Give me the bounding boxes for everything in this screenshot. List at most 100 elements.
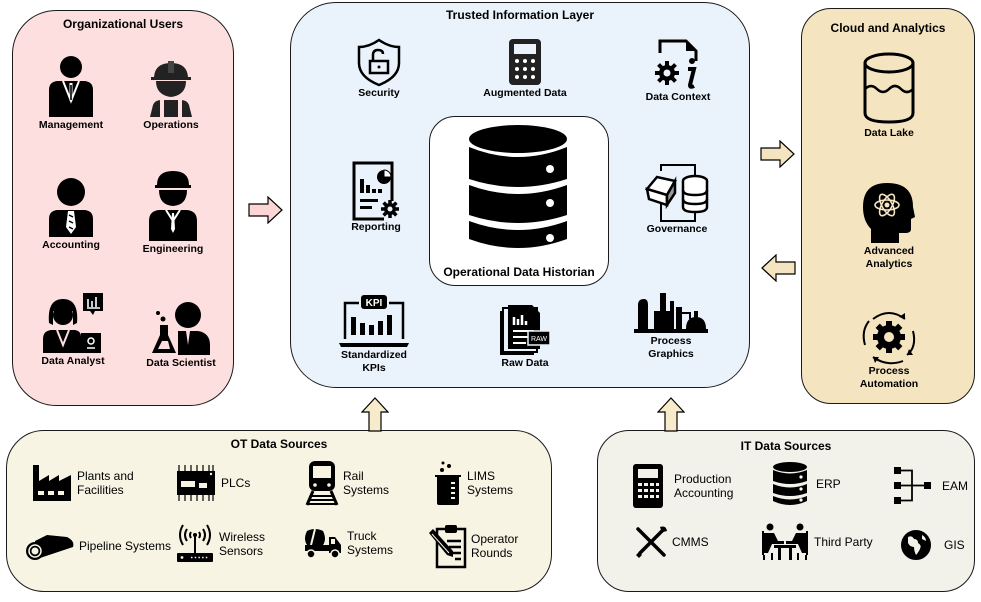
it-data-sources-panel: IT Data Sources Production Accounting ERP [597, 430, 975, 592]
ot-item-rail-systems: Rail Systems [305, 459, 389, 507]
til-item-governance: Governance [637, 161, 717, 236]
item-label: GIS [944, 538, 965, 552]
data-analyst-icon [43, 293, 103, 353]
it-item-production-accounting: Production Accounting [632, 463, 733, 509]
til-item-raw-data: RAW Raw Data [485, 303, 565, 370]
item-label: Rail [343, 469, 364, 483]
item-label: Rounds [471, 546, 513, 560]
panel-title: OT Data Sources [230, 437, 328, 451]
it-item-erp: ERP [772, 461, 841, 507]
org-item-data-scientist: Data Scientist [139, 301, 223, 370]
hierarchy-icon [894, 467, 931, 504]
cloud-and-analytics-panel: Cloud and Analytics Data Lake Advanced A… [801, 8, 975, 404]
item-label: Pipeline Systems [79, 539, 172, 553]
item-label: Data Context [645, 91, 711, 103]
til-item-reporting: Reporting [341, 159, 411, 234]
item-label: Security [358, 87, 400, 99]
item-label: Graphics [648, 348, 694, 360]
it-item-third-party: Third Party [760, 523, 873, 561]
til-item-augmented-data: Augmented Data [475, 37, 575, 100]
globe-icon [901, 530, 931, 560]
item-label: Systems [467, 483, 514, 497]
it-item-cmms: CMMS [634, 525, 709, 559]
gear-cycle-icon [862, 312, 916, 365]
clipboard-pencil-icon [429, 525, 467, 569]
item-label: Production [674, 472, 732, 486]
organizational-users-panel: Organizational Users Management Operatio… [12, 10, 234, 406]
train-icon [305, 461, 339, 506]
calculator-icon [509, 39, 541, 85]
engineer-icon [149, 171, 197, 241]
database-icon [773, 462, 807, 505]
item-label: Data Scientist [146, 357, 216, 369]
item-label: LIMS [467, 469, 496, 483]
wireless-router-icon [177, 524, 213, 562]
report-chart-gear-icon [352, 161, 399, 221]
historian-label: Operational Data Historian [443, 265, 595, 279]
cloud-item-data-lake: Data Lake [829, 51, 949, 140]
item-label: Plants and [77, 469, 134, 483]
item-label: Raw Data [501, 357, 549, 369]
item-label: Reporting [351, 221, 401, 233]
item-label: Governance [646, 223, 708, 235]
calculator-icon [633, 464, 663, 508]
org-item-data-analyst: Data Analyst [33, 293, 113, 368]
ot-item-pipeline-systems: Pipeline Systems [25, 531, 171, 561]
item-label: Third Party [814, 535, 873, 549]
item-label: Wireless [219, 530, 266, 544]
item-label: EAM [942, 479, 969, 493]
document-gear-info-icon [655, 39, 698, 89]
til-to-cloud-arrow [760, 140, 795, 168]
factory-icon [33, 465, 71, 501]
meeting-table-icon [762, 523, 808, 560]
item-label: CMMS [672, 535, 709, 549]
item-label: Augmented Data [483, 87, 567, 99]
item-label: Truck [347, 529, 377, 543]
accountant-icon [49, 178, 93, 237]
til-item-process-graphics: Process Graphics [627, 291, 715, 361]
plc-chip-icon [177, 465, 215, 501]
ot-item-truck-systems: Truck Systems [303, 525, 393, 561]
item-label: ERP [816, 477, 841, 491]
ot-item-operator-rounds: Operator Rounds [427, 523, 518, 569]
cloud-item-process-automation: Process Automation [829, 309, 949, 391]
cloud-to-til-arrow [761, 254, 796, 282]
til-item-data-context: Data Context [635, 39, 721, 104]
item-label: Accounting [674, 486, 734, 500]
shield-lock-icon [357, 38, 401, 87]
raw-document-icon: RAW [500, 305, 551, 355]
hardhat-worker-icon [150, 61, 192, 117]
box-database-icon [644, 164, 709, 222]
item-label: Management [38, 119, 104, 131]
org-to-til-arrow [248, 196, 283, 224]
item-label: Systems [347, 543, 394, 557]
item-label: Accounting [42, 239, 100, 251]
ot-item-plants-facilities: Plants and Facilities [31, 463, 134, 503]
item-label: Operator [471, 532, 519, 546]
item-label: Advanced [863, 245, 915, 257]
ot-item-lims-systems: LIMS Systems [433, 459, 513, 507]
item-label: Process [650, 335, 692, 347]
ot-item-wireless-sensors: Wireless Sensors [175, 523, 265, 565]
data-lake-icon [863, 52, 915, 124]
org-item-operations: Operations [135, 61, 207, 132]
item-label: Data Analyst [41, 355, 105, 367]
til-item-security: Security [339, 37, 419, 100]
panel-title: IT Data Sources [740, 439, 832, 453]
ot-data-sources-panel: OT Data Sources Plants and Facilities PLC… [6, 430, 552, 592]
item-label: PLCs [221, 476, 251, 490]
operational-data-historian: Operational Data Historian [429, 116, 609, 286]
org-item-management: Management [35, 55, 107, 132]
panel-title: Trusted Information Layer [445, 8, 595, 22]
ot-to-til-arrow [361, 397, 389, 432]
industrial-plant-icon [634, 293, 708, 333]
beaker-icon [435, 461, 461, 505]
item-label: Standardized [341, 349, 407, 361]
cloud-item-advanced-analytics: Advanced Analytics [829, 179, 949, 271]
svg-text:KPI: KPI [366, 298, 383, 309]
til-item-standardized-kpis: KPI Standardized KPIs [329, 295, 419, 375]
manager-icon [49, 56, 93, 117]
it-item-gis: GIS [900, 529, 965, 561]
item-label: Facilities [77, 483, 124, 497]
pipeline-icon [26, 535, 74, 560]
